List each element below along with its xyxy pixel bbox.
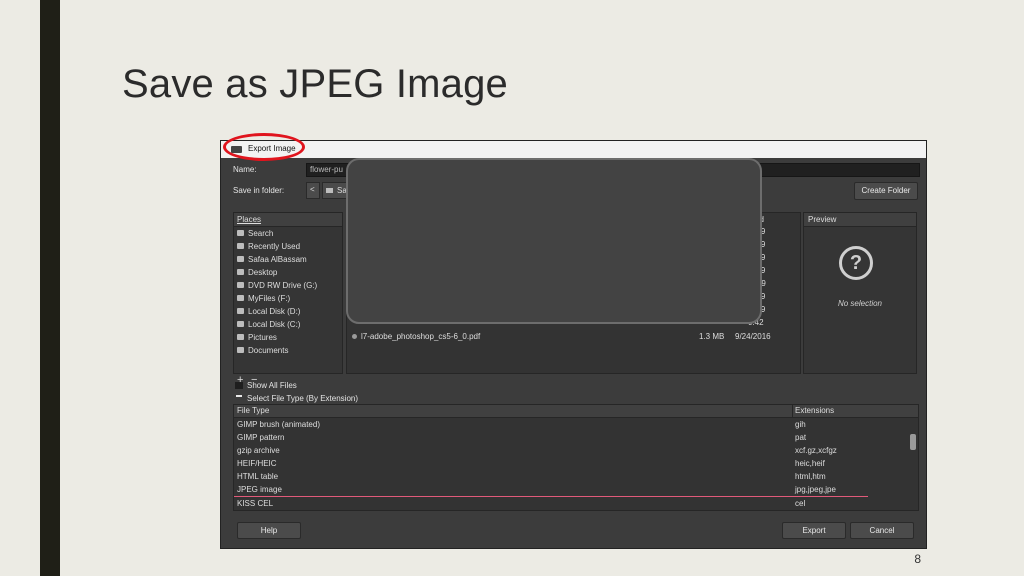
file-type-ext: pat bbox=[795, 433, 807, 442]
collapse-icon[interactable] bbox=[236, 395, 242, 397]
file-date: 9/24/2016 bbox=[735, 332, 771, 341]
select-file-type-expander[interactable]: Select File Type (By Extension) bbox=[247, 394, 358, 403]
dialog-titlebar: Export Image bbox=[221, 141, 926, 158]
folder-icon bbox=[237, 334, 244, 340]
help-button[interactable]: Help bbox=[237, 522, 301, 539]
places-header: Places bbox=[234, 213, 342, 227]
show-all-files-label: Show All Files bbox=[247, 381, 297, 390]
folder-icon bbox=[237, 269, 244, 275]
scrollbar-thumb[interactable] bbox=[910, 434, 916, 450]
drive-icon bbox=[237, 321, 244, 327]
place-label: Search bbox=[248, 229, 274, 238]
file-type-table: File Type Extensions GIMP brush (animate… bbox=[233, 404, 919, 511]
redaction-overlay bbox=[346, 158, 762, 324]
folder-icon bbox=[237, 256, 244, 262]
place-label: Local Disk (D:) bbox=[248, 307, 301, 316]
file-type-ext: xcf.gz,xcfgz bbox=[795, 446, 837, 455]
file-type-ext: heic,heif bbox=[795, 459, 825, 468]
preview-panel: Preview ? No selection bbox=[803, 212, 917, 374]
export-button[interactable]: Export bbox=[782, 522, 846, 539]
place-documents[interactable]: Documents bbox=[234, 344, 342, 357]
place-label: DVD RW Drive (G:) bbox=[248, 281, 318, 290]
file-type-row[interactable]: GIMP brush (animated) gih bbox=[234, 418, 918, 431]
file-type-row[interactable]: gzip archive xcf.gz,xcfgz bbox=[234, 444, 918, 457]
place-recent[interactable]: Recently Used bbox=[234, 240, 342, 253]
file-type-name: gzip archive bbox=[237, 446, 280, 455]
highlight-circle bbox=[223, 133, 305, 161]
file-type-name: JPEG image bbox=[237, 485, 282, 494]
place-disk-d[interactable]: Local Disk (D:) bbox=[234, 305, 342, 318]
place-label: Desktop bbox=[248, 268, 278, 277]
file-type-header-row: File Type Extensions bbox=[234, 405, 918, 418]
file-type-name: GIMP pattern bbox=[237, 433, 285, 442]
slide-accent-bar bbox=[40, 0, 60, 576]
drive-icon bbox=[237, 308, 244, 314]
file-type-ext: cel bbox=[795, 499, 806, 508]
file-type-row-jpeg[interactable]: JPEG image jpg,jpeg,jpe bbox=[234, 483, 868, 497]
extensions-column-header: Extensions bbox=[795, 406, 835, 415]
slide-page-number: 8 bbox=[914, 552, 921, 566]
folder-icon bbox=[237, 347, 244, 353]
back-button[interactable]: < bbox=[306, 182, 320, 199]
file-type-row[interactable]: KISS CEL cel bbox=[234, 497, 918, 510]
file-type-ext: gih bbox=[795, 420, 806, 429]
cancel-button[interactable]: Cancel bbox=[850, 522, 914, 539]
drive-icon bbox=[237, 295, 244, 301]
chevron-left-icon: < bbox=[310, 185, 315, 194]
file-type-ext: jpg,jpeg,jpe bbox=[795, 485, 836, 494]
search-icon bbox=[237, 230, 244, 236]
place-label: Recently Used bbox=[248, 242, 301, 251]
place-label: Safaa AlBassam bbox=[248, 255, 307, 264]
place-myfiles[interactable]: MyFiles (F:) bbox=[234, 292, 342, 305]
place-pictures[interactable]: Pictures bbox=[234, 331, 342, 344]
create-folder-button[interactable]: Create Folder bbox=[854, 182, 918, 200]
slide-title: Save as JPEG Image bbox=[122, 62, 509, 106]
place-dvd[interactable]: DVD RW Drive (G:) bbox=[234, 279, 342, 292]
file-type-row[interactable]: HEIF/HEIC heic,heif bbox=[234, 457, 918, 470]
place-disk-c[interactable]: Local Disk (C:) bbox=[234, 318, 342, 331]
file-type-ext: html,htm bbox=[795, 472, 826, 481]
save-in-label: Save in folder: bbox=[233, 186, 285, 195]
export-dialog-screenshot: Export Image Name: flower-pu Save in fol… bbox=[220, 133, 927, 549]
drive-icon bbox=[237, 282, 244, 288]
preview-text: No selection bbox=[837, 299, 883, 308]
place-label: Local Disk (C:) bbox=[248, 320, 301, 329]
question-icon: ? bbox=[839, 246, 873, 280]
file-type-row[interactable]: GIMP pattern pat bbox=[234, 431, 918, 444]
place-label: MyFiles (F:) bbox=[248, 294, 291, 303]
show-all-files-checkbox[interactable] bbox=[235, 382, 243, 389]
file-type-name: HTML table bbox=[237, 472, 279, 481]
places-panel: Places Search Recently Used Safaa AlBass… bbox=[233, 212, 343, 374]
file-name: l7-adobe_photoshop_cs5-6_0.pdf bbox=[361, 332, 481, 341]
filename-value: flower-pu bbox=[310, 165, 343, 174]
file-size: 1.3 MB bbox=[699, 332, 725, 341]
place-home[interactable]: Safaa AlBassam bbox=[234, 253, 342, 266]
place-desktop[interactable]: Desktop bbox=[234, 266, 342, 279]
file-row[interactable]: l7-adobe_photoshop_cs5-6_0.pdf 1.3 MB 9/… bbox=[352, 330, 797, 343]
place-label: Documents bbox=[248, 346, 289, 355]
file-type-row[interactable]: HTML table html,htm bbox=[234, 470, 918, 483]
file-type-column-header: File Type bbox=[237, 406, 270, 415]
place-label: Pictures bbox=[248, 333, 277, 342]
folder-icon bbox=[326, 188, 333, 193]
file-type-name: KISS CEL bbox=[237, 499, 274, 508]
name-label: Name: bbox=[233, 165, 257, 174]
file-type-name: GIMP brush (animated) bbox=[237, 420, 320, 429]
recent-icon bbox=[237, 243, 244, 249]
column-divider bbox=[792, 405, 793, 417]
preview-header: Preview bbox=[804, 213, 916, 227]
place-search[interactable]: Search bbox=[234, 227, 342, 240]
pdf-file-icon bbox=[352, 334, 357, 339]
file-type-name: HEIF/HEIC bbox=[237, 459, 277, 468]
breadcrumb-folder[interactable]: Sa bbox=[322, 182, 348, 199]
